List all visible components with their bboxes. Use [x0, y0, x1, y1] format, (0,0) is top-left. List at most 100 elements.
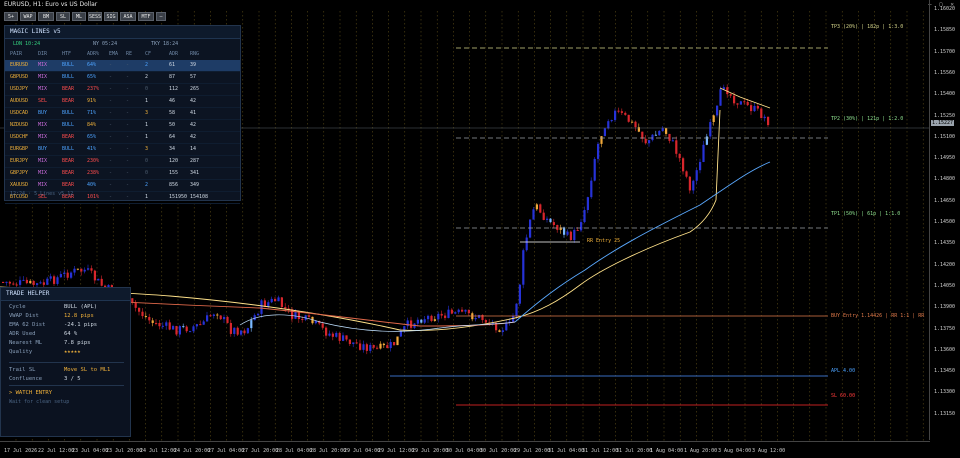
price-tick: 1.14200	[934, 261, 956, 268]
candle-body	[359, 343, 362, 350]
column-header-8: RNG	[190, 51, 200, 57]
cell-rng: 14	[190, 146, 197, 152]
cell-adr: 40%	[87, 182, 97, 188]
toolbar-button-5[interactable]: SESS	[88, 12, 102, 21]
cell-htf: BEAR	[62, 98, 75, 104]
candle-body	[760, 108, 763, 119]
helper-key: VWAP Dist	[9, 313, 39, 319]
candle-body	[478, 314, 481, 318]
level-label-4: APL 4.00	[831, 368, 856, 374]
cell-pair: NZDUSD	[10, 122, 29, 128]
candle-body	[56, 277, 59, 284]
divider	[9, 385, 124, 386]
toolbar-button-0[interactable]: 5+	[4, 12, 18, 21]
candle-body	[212, 314, 215, 316]
candle-body	[682, 158, 685, 172]
price-tick: 1.13900	[934, 304, 956, 311]
cell-pair: EURGBP	[10, 146, 29, 152]
session-clock-0: LDN 10:24	[13, 41, 41, 47]
pairs-table: EURUSD MIX BULL 64% - - 2 61 39 GBPUSD MIX BULL 65% -…	[5, 60, 240, 204]
cell-re: -	[126, 62, 130, 68]
candle-body	[695, 170, 698, 181]
cell-cf: 1	[145, 122, 149, 128]
cell-ema: -	[109, 182, 113, 188]
toolbar-button-2[interactable]: BM	[38, 12, 54, 21]
candle-body	[185, 326, 188, 332]
candle-body	[624, 112, 627, 115]
cell-cf: 3	[145, 110, 149, 116]
candle-body	[291, 309, 294, 319]
candle-body	[131, 298, 134, 303]
candle-body	[199, 324, 202, 326]
helper-value: 7.8 pips	[64, 340, 91, 346]
toolbar-button-9[interactable]: —	[156, 12, 166, 21]
toolbar-button-6[interactable]: SIG	[104, 12, 118, 21]
candle-body	[226, 317, 229, 323]
table-row[interactable]: GBPUSD MIX BULL 65% - - 2 87 57	[5, 72, 240, 84]
toolbar-button-8[interactable]: MTF	[138, 12, 154, 21]
candle-body	[719, 89, 722, 106]
price-tick: 1.13750	[934, 325, 956, 332]
price-axis[interactable]: 1.16020 1.15850 1.15700 1.15560 1.15400 1.152…	[929, 0, 960, 440]
candle-body	[736, 103, 739, 105]
candle-body	[87, 268, 90, 270]
candle-body	[743, 101, 746, 103]
table-row[interactable]: USDCAD BUY BULL 71% - - 3 58 41	[5, 108, 240, 120]
candle-body	[73, 268, 76, 273]
candle-body	[284, 306, 287, 309]
candle-body	[165, 322, 168, 326]
candle-body	[83, 269, 86, 272]
cell-adr: 91%	[87, 98, 97, 104]
candle-body	[556, 224, 559, 230]
candle-body	[175, 326, 178, 335]
candle-body	[457, 309, 460, 313]
table-row[interactable]: AUDUSD SEL BEAR 91% - - 1 46 42	[5, 96, 240, 108]
candle-body	[8, 281, 11, 284]
time-tick: 24 Jul 12:00	[140, 448, 177, 454]
candle-body	[542, 212, 545, 220]
candle-body	[712, 115, 715, 123]
cell-cf: 1	[145, 134, 149, 140]
time-axis[interactable]: 17 Jul 2026 22 Jul 12:00 23 Jul 04:00 23 Ju…	[0, 441, 930, 458]
toolbar-button-1[interactable]: WAP	[20, 12, 36, 21]
table-row[interactable]: USDCHF MIX BEAR 65% - - 1 64 42	[5, 132, 240, 144]
candle-body	[376, 347, 379, 349]
table-row[interactable]: EURGBP BUY BULL 41% - - 3 34 14	[5, 144, 240, 156]
candle-body	[699, 162, 702, 171]
table-row[interactable]: EURUSD MIX BULL 64% - - 2 61 39	[5, 60, 240, 72]
candle-body	[406, 320, 409, 327]
cell-cf: 1	[145, 194, 149, 200]
candle-body	[70, 272, 73, 278]
table-row[interactable]: GBPJPY MIX BEAR 238% - - 0 155 341	[5, 168, 240, 180]
toolbar-button-3[interactable]: SL	[56, 12, 70, 21]
column-header-1: DIR	[38, 51, 48, 57]
table-row[interactable]: USDJPY MIX BEAR 237% - - 0 112 265	[5, 84, 240, 96]
cell-dir: BUY	[38, 146, 48, 152]
toolbar-button-4[interactable]: ML	[72, 12, 86, 21]
cell-a: 856	[169, 182, 179, 188]
toolbar-button-7[interactable]: ASA	[120, 12, 136, 21]
candle-body	[750, 105, 753, 112]
candle-body	[546, 218, 549, 220]
table-row[interactable]: NZDUSD MIX BULL 84% - - 1 50 42	[5, 120, 240, 132]
candle-body	[348, 339, 351, 345]
cell-ema: -	[109, 158, 113, 164]
candle-body	[549, 218, 552, 223]
candle-body	[202, 321, 205, 325]
table-row[interactable]: EURJPY MIX BEAR 230% - - 0 120 287	[5, 156, 240, 168]
time-tick: 29 Jul 12:00	[378, 448, 415, 454]
cell-pair: AUDUSD	[10, 98, 29, 104]
candle-body	[535, 204, 538, 210]
cell-ema: -	[109, 98, 113, 104]
column-header-5: RE	[126, 51, 133, 57]
candle-body	[250, 320, 253, 329]
cell-rng: 42	[190, 122, 197, 128]
cell-htf: BULL	[62, 74, 75, 80]
time-tick: 1 Aug 04:00	[650, 448, 684, 454]
cell-ema: -	[109, 134, 113, 140]
cell-dir: SEL	[38, 98, 48, 104]
level-label-6: RR Entry 25	[587, 238, 621, 244]
candle-body	[552, 222, 555, 225]
candle-body	[566, 231, 569, 235]
candle-body	[522, 250, 525, 285]
